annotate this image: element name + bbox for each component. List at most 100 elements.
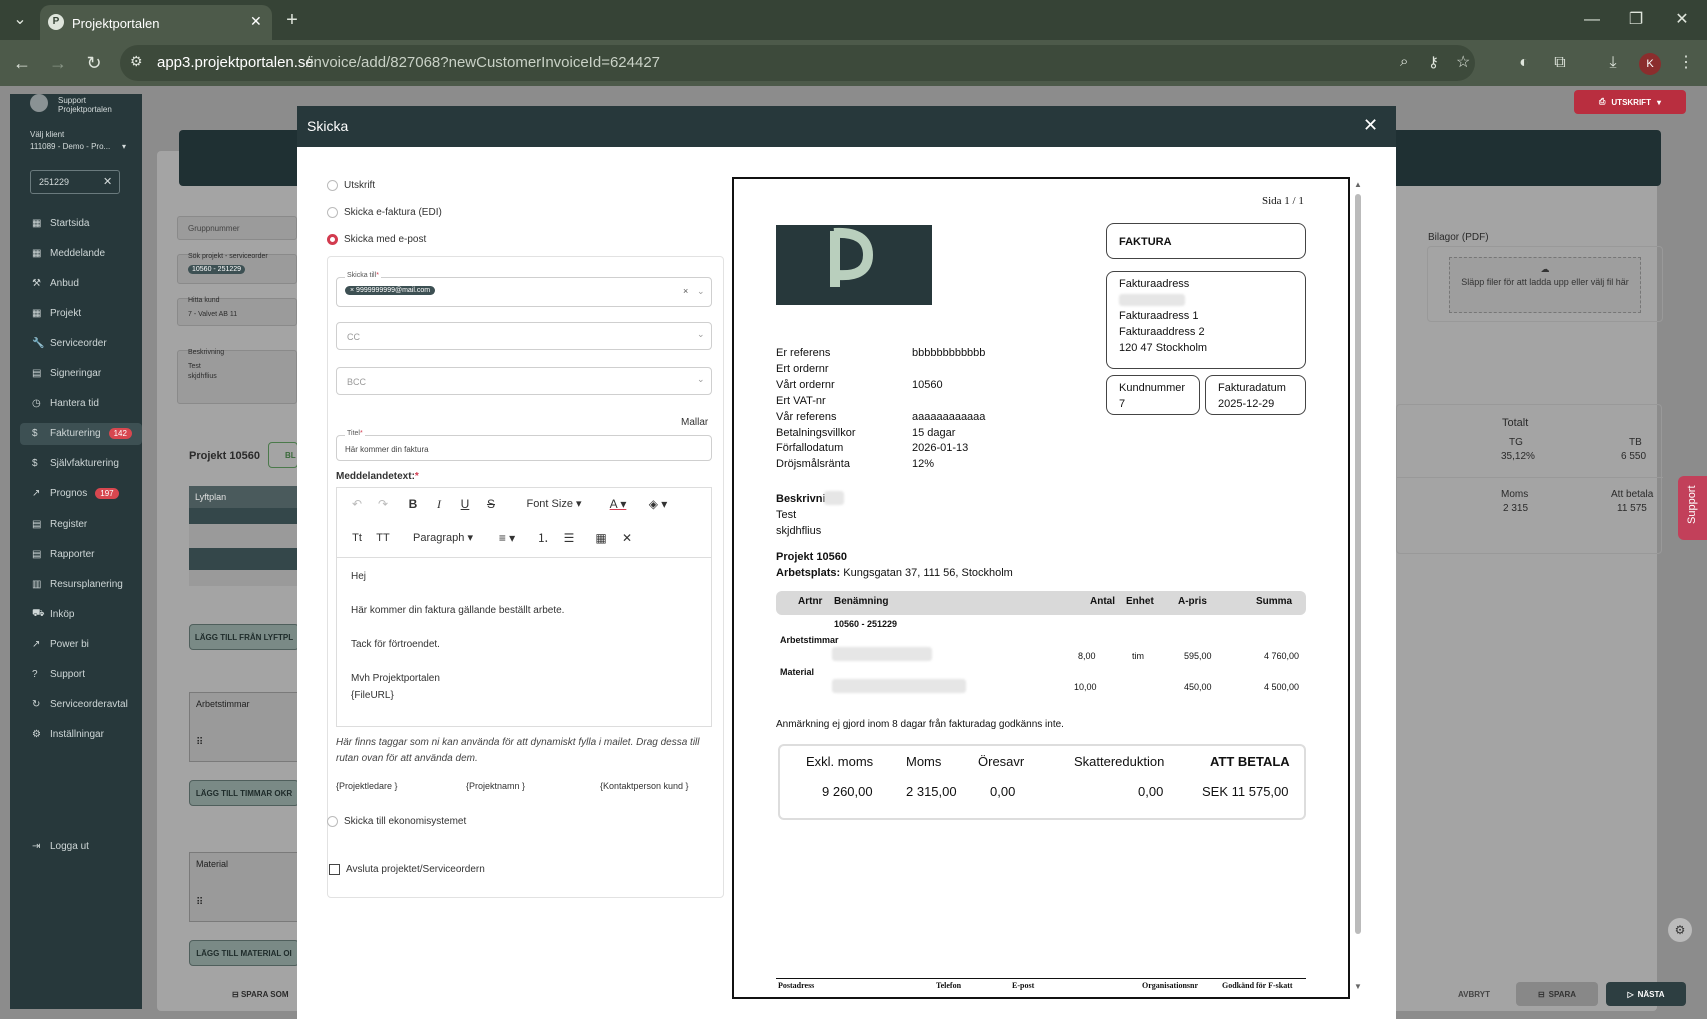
recipient-tag[interactable]: × 9999999999@mail.com: [345, 286, 436, 295]
tag-projektledare[interactable]: {Projektledare }: [336, 781, 398, 791]
sidebar-item-serviceorder[interactable]: 🔧 Serviceorder: [20, 332, 142, 354]
font-size-select[interactable]: Font Size ▾: [513, 494, 595, 514]
avsluta-checkbox[interactable]: Avsluta projektet/Serviceordern: [329, 864, 485, 875]
close-tab-icon[interactable]: ✕: [250, 13, 262, 30]
chevron-down-icon[interactable]: ▾: [122, 142, 126, 151]
download-icon[interactable]: ⤓: [1601, 51, 1625, 75]
bcc-field[interactable]: BCC ⌄: [336, 367, 712, 395]
beskrivning-field[interactable]: Beskrivning Test skjdhflius: [177, 349, 297, 404]
paragraph-select[interactable]: Paragraph ▾: [403, 528, 483, 548]
editor-body[interactable]: Hej Här kommer din faktura gällande bestä…: [351, 568, 564, 704]
site-info-icon[interactable]: ⚙: [130, 53, 143, 70]
sidebar-item-anbud[interactable]: ⚒ Anbud: [20, 272, 142, 294]
key-icon[interactable]: ⚷: [1428, 53, 1439, 71]
new-tab-icon[interactable]: +: [280, 8, 304, 32]
bullet-list-icon[interactable]: ☰: [559, 528, 579, 548]
dropzone[interactable]: ☁ Släpp filer för att ladda upp eller vä…: [1449, 257, 1641, 313]
drag-handle-icon[interactable]: ⠿: [196, 897, 203, 908]
reload-icon[interactable]: ↻: [82, 51, 106, 75]
menu-icon[interactable]: ⋮: [1674, 51, 1698, 75]
profile-avatar[interactable]: K: [1639, 53, 1661, 75]
sidebar-item-fakturering[interactable]: $ Fakturering 142: [20, 422, 142, 445]
sidebar-item-rapporter[interactable]: ▤ Rapporter: [20, 543, 142, 565]
option-edi[interactable]: Skicka e-faktura (EDI): [327, 207, 442, 218]
star-icon[interactable]: ☆: [1456, 52, 1470, 72]
preview-scrollbar[interactable]: ▲ ▼: [1352, 180, 1364, 996]
forward-icon[interactable]: →: [46, 51, 70, 75]
align-icon[interactable]: ≡ ▾: [489, 528, 525, 548]
underline-icon[interactable]: U: [455, 494, 475, 514]
sidebar-item-meddelande[interactable]: ▦ Meddelande: [20, 242, 142, 264]
hitta-kund-field[interactable]: Hitta kund 7 - Valvet AB 11: [177, 297, 297, 326]
sok-projekt-field[interactable]: Sök projekt - serviceorder 10560 - 25122…: [177, 253, 297, 284]
back-icon[interactable]: ←: [10, 51, 34, 75]
sidebar-item-resursplanering[interactable]: ▥ Resursplanering: [20, 573, 142, 595]
lagg-material-button[interactable]: LÄGG TILL MATERIAL OI: [189, 940, 299, 966]
superscript-icon[interactable]: Tt: [347, 528, 367, 548]
extension-icon[interactable]: ◐: [1512, 51, 1536, 75]
nasta-button[interactable]: ▷ NÄSTA: [1606, 982, 1686, 1006]
undo-icon[interactable]: ↶: [347, 494, 367, 514]
spara-button[interactable]: ⊟ SPARA: [1516, 982, 1598, 1006]
redo-icon[interactable]: ↷: [373, 494, 393, 514]
sidebar-item-hantera-tid[interactable]: ◷ Hantera tid: [20, 393, 142, 415]
sidebar-item-register[interactable]: ▤ Register: [20, 513, 142, 535]
clear-format-icon[interactable]: ✕: [617, 528, 637, 548]
option-epost[interactable]: Skicka med e-post: [327, 234, 426, 245]
spara-som-button[interactable]: ⊟ SPARA SOM: [232, 990, 289, 999]
lagg-timmar-button[interactable]: LÄGG TILL TIMMAR OKR: [189, 780, 299, 806]
restore-icon[interactable]: ❐: [1624, 8, 1648, 32]
avbryt-button[interactable]: AVBRYT: [1458, 990, 1490, 999]
numbered-list-icon[interactable]: ⒈: [533, 528, 553, 548]
scroll-down-icon[interactable]: ▼: [1354, 982, 1362, 991]
sidebar-item-support[interactable]: ? Support: [20, 664, 142, 686]
client-select[interactable]: 111089 - Demo - Pro...: [30, 142, 110, 151]
minimize-icon[interactable]: —: [1580, 8, 1604, 32]
sidebar-item-power-bi[interactable]: ↗ Power bi: [20, 633, 142, 655]
strikethrough-icon[interactable]: S: [481, 494, 501, 514]
tag-kontaktperson[interactable]: {Kontaktperson kund }: [600, 781, 689, 791]
url-field[interactable]: ⚙ app3.projektportalen.se /invoice/add/8…: [120, 45, 1475, 81]
tab-search-icon[interactable]: ⌄: [8, 8, 32, 32]
italic-icon[interactable]: I: [429, 494, 449, 514]
highlight-icon[interactable]: ◈ ▾: [643, 494, 673, 514]
option-ekonomi[interactable]: Skicka till ekonomisystemet: [327, 816, 466, 827]
close-window-icon[interactable]: ✕: [1670, 8, 1694, 32]
sidebar-item-inställningar[interactable]: ⚙ Inställningar: [20, 724, 142, 746]
support-side-tab[interactable]: Support: [1678, 476, 1707, 540]
case-icon[interactable]: TT: [373, 528, 393, 548]
sidebar-item-projekt[interactable]: ▦ Projekt: [20, 302, 142, 324]
puzzle-icon[interactable]: ⧉: [1548, 51, 1572, 75]
bold-icon[interactable]: B: [403, 494, 423, 514]
drag-handle-icon[interactable]: ⠿: [196, 737, 203, 748]
cc-field[interactable]: CC ⌄: [336, 322, 712, 350]
sidebar-item-signeringar[interactable]: ▤ Signeringar: [20, 363, 142, 385]
bl-button[interactable]: BL: [268, 442, 298, 468]
mallar-link[interactable]: Mallar: [681, 417, 708, 428]
titel-field[interactable]: Titel* Här kommer din faktura: [336, 430, 712, 461]
chevron-down-icon[interactable]: ⌄: [697, 286, 705, 297]
settings-fab-icon[interactable]: ⚙: [1668, 918, 1692, 942]
print-button[interactable]: ⎙ UTSKRIFT ▾: [1574, 90, 1686, 114]
gruppnummer-field[interactable]: Gruppnummer: [177, 216, 297, 240]
browser-tab[interactable]: P Projektportalen ✕: [40, 5, 272, 40]
skicka-till-field[interactable]: Skicka till* × 9999999999@mail.com × ⌄: [336, 272, 712, 307]
table-icon[interactable]: ▦: [591, 528, 611, 548]
text-color-icon[interactable]: A ▾: [603, 494, 633, 514]
zoom-icon[interactable]: ⌕: [1400, 53, 1408, 70]
scroll-thumb[interactable]: [1355, 194, 1361, 934]
sidebar-item-logga-ut[interactable]: ⇥ Logga ut: [20, 835, 142, 857]
clear-icon[interactable]: ✕: [103, 175, 112, 188]
sidebar-item-prognos[interactable]: ↗ Prognos 197: [20, 483, 142, 505]
scroll-up-icon[interactable]: ▲: [1354, 180, 1362, 189]
sidebar-item-serviceorderavtal[interactable]: ↻ Serviceorderavtal: [20, 694, 142, 716]
option-utskrift[interactable]: Utskrift: [327, 180, 375, 191]
sidebar-item-självfakturering[interactable]: $ Självfakturering: [20, 453, 142, 475]
tag-projektnamn[interactable]: {Projektnamn }: [466, 781, 525, 791]
close-icon[interactable]: ✕: [1363, 115, 1378, 136]
lagg-lyftplan-button[interactable]: LÄGG TILL FRÅN LYFTPL: [189, 624, 299, 650]
sidebar-item-inköp[interactable]: ⛟ Inköp: [20, 603, 142, 625]
sidebar-item-startsida[interactable]: ▦ Startsida: [20, 212, 142, 234]
sidebar-search[interactable]: 251229 ✕: [30, 170, 120, 194]
clear-icon[interactable]: ×: [683, 286, 688, 296]
